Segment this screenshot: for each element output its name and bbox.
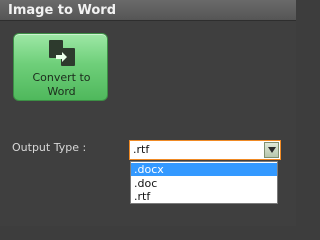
- output-type-select[interactable]: .rtf: [129, 140, 281, 160]
- option-doc[interactable]: .doc: [131, 177, 277, 190]
- convert-to-word-button[interactable]: Convert to Word: [13, 33, 108, 101]
- output-type-value: .rtf: [133, 143, 150, 156]
- option-rtf[interactable]: .rtf: [131, 190, 277, 203]
- chevron-down-icon: [268, 147, 276, 153]
- convert-button-label: Convert to Word: [32, 71, 91, 98]
- dropdown-toggle[interactable]: [264, 142, 279, 158]
- panel-title: Image to Word: [8, 3, 116, 18]
- panel-header: Image to Word: [0, 0, 296, 21]
- convert-doc-icon: [49, 40, 75, 66]
- output-type-label: Output Type :: [12, 141, 87, 154]
- option-docx[interactable]: .docx: [131, 163, 277, 176]
- image-to-word-panel: Image to Word Convert to Word Output Typ…: [0, 0, 296, 226]
- output-type-options: .docx .doc .rtf: [130, 161, 278, 204]
